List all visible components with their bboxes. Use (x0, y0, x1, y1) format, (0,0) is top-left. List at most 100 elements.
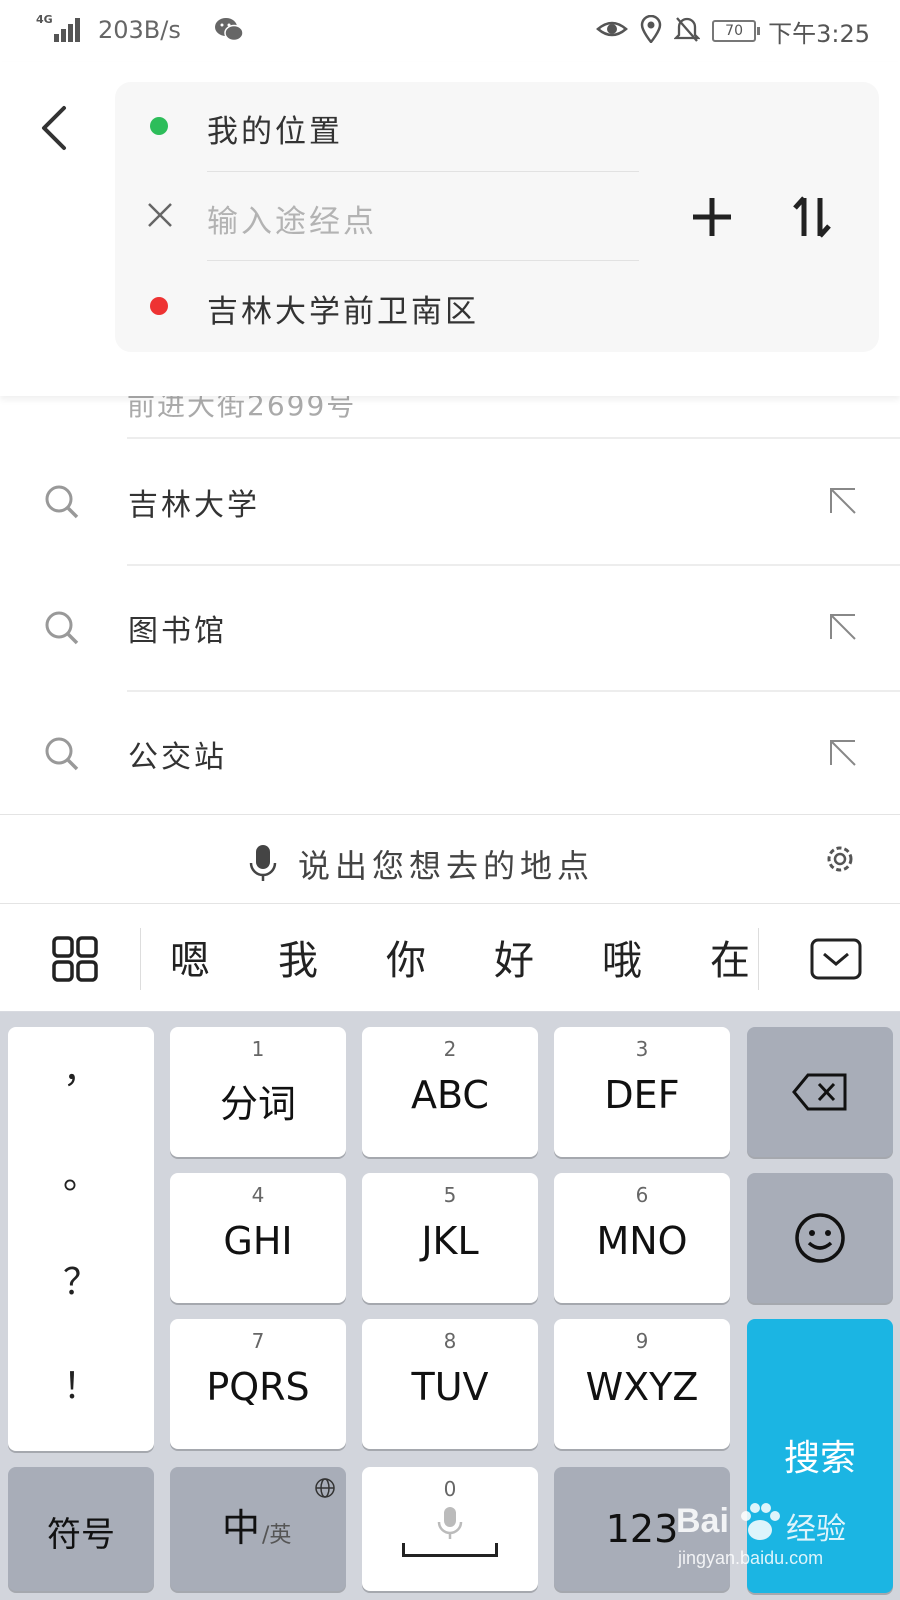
candidate-word[interactable]: 在 (710, 928, 750, 986)
punctuation-column[interactable]: ， 。 ？ ！ (8, 1027, 154, 1451)
search-icon (44, 484, 80, 524)
watermark-url: jingyan.baidu.com (678, 1548, 824, 1568)
space-bar-icon (402, 1543, 498, 1557)
list-item[interactable]: 吉林大学 (0, 440, 900, 566)
key-number: 8 (443, 1329, 457, 1353)
status-bar: 4G 203B/s 70 下午3:25 (0, 0, 900, 62)
smiley-icon (795, 1213, 845, 1263)
key-label: 中 (222, 1506, 261, 1550)
chevron-left-icon (42, 106, 66, 150)
language-switch-key[interactable]: 中 /英 (170, 1467, 346, 1591)
divider (207, 260, 639, 261)
list-item-label: 图书馆 (128, 614, 227, 649)
candidate-word[interactable]: 你 (386, 928, 426, 986)
eye-icon (596, 17, 629, 45)
list-item-label: 公交站 (128, 740, 227, 775)
signal-icon: 4G (36, 13, 80, 44)
network-speed: 203B/s (98, 16, 181, 44)
key-3[interactable]: 3 DEF (554, 1027, 730, 1157)
candidate-word[interactable]: 嗯 (170, 928, 210, 986)
route-card: 我的位置 输入途经点 吉林大学前卫南区 (115, 82, 879, 352)
key-label: GHI (223, 1219, 293, 1263)
key-label: WXYZ (585, 1365, 699, 1409)
back-button[interactable] (36, 98, 76, 158)
punct-key[interactable]: ？ (8, 1253, 154, 1305)
candidate-word[interactable]: 我 (278, 928, 318, 986)
location-icon (640, 14, 662, 47)
key-2[interactable]: 2 ABC (362, 1027, 538, 1157)
key-number: 4 (251, 1183, 265, 1207)
waypoint-placeholder: 输入途经点 (207, 204, 377, 240)
punct-key[interactable]: 。 (8, 1147, 154, 1199)
destination-field[interactable]: 吉林大学前卫南区 (115, 262, 655, 352)
key-7[interactable]: 7 PQRS (170, 1319, 346, 1449)
key-1[interactable]: 1 分词 (170, 1027, 346, 1157)
search-icon (44, 736, 80, 776)
close-icon[interactable] (145, 200, 175, 230)
key-5[interactable]: 5 JKL (362, 1173, 538, 1303)
divider (758, 928, 759, 990)
add-waypoint-button[interactable] (687, 192, 737, 242)
key-number: 0 (443, 1477, 457, 1501)
mute-icon (673, 15, 701, 47)
origin-field[interactable]: 我的位置 (115, 82, 655, 172)
backspace-icon (792, 1073, 847, 1111)
search-key-label: 搜索 (783, 1438, 856, 1479)
suggestion-list: 前进大街2699号 吉林大学 图书馆 公交站 (0, 370, 900, 814)
key-number: 5 (443, 1183, 457, 1207)
globe-icon (314, 1477, 336, 1503)
swap-icon (793, 196, 831, 238)
list-item[interactable]: 图书馆 (0, 566, 900, 692)
emoji-button[interactable] (747, 1173, 893, 1303)
voice-prompt: 说出您想去的地点 (298, 847, 595, 885)
key-6[interactable]: 6 MNO (554, 1173, 730, 1303)
voice-input-bar[interactable]: 说出您想去的地点 (0, 814, 900, 904)
key-8[interactable]: 8 TUV (362, 1319, 538, 1449)
backspace-button[interactable] (747, 1027, 893, 1157)
microphone-icon[interactable] (248, 843, 278, 887)
candidate-word[interactable]: 哦 (602, 928, 642, 986)
origin-dot (150, 117, 168, 135)
fill-query-icon[interactable] (828, 612, 858, 646)
watermark-logo-cn: 经验 (786, 1512, 846, 1547)
key-label: TUV (411, 1365, 489, 1409)
candidate-word[interactable]: 好 (494, 928, 534, 986)
fill-query-icon[interactable] (828, 738, 858, 772)
grid-menu-icon[interactable] (52, 936, 98, 982)
key-label: ABC (411, 1073, 489, 1117)
key-sublabel: /英 (262, 1523, 292, 1548)
wechat-icon (214, 16, 244, 48)
list-item[interactable]: 公交站 (0, 692, 900, 814)
search-icon (44, 610, 80, 650)
battery-icon: 70 (712, 20, 761, 42)
swap-route-button[interactable] (787, 192, 837, 242)
key-4[interactable]: 4 GHI (170, 1173, 346, 1303)
key-label: MNO (596, 1219, 688, 1263)
waypoint-field[interactable]: 输入途经点 (115, 172, 655, 262)
punct-key[interactable]: ！ (8, 1357, 154, 1409)
key-label: 分词 (219, 1082, 296, 1126)
key-number: 9 (635, 1329, 649, 1353)
space-key[interactable]: 0 (362, 1467, 538, 1591)
key-number: 7 (251, 1329, 265, 1353)
list-item-label: 吉林大学 (128, 488, 260, 523)
key-9[interactable]: 9 WXYZ (554, 1319, 730, 1449)
key-label: PQRS (206, 1365, 310, 1409)
network-type: 4G (36, 13, 53, 26)
key-label: JKL (421, 1219, 479, 1263)
microphone-icon (436, 1505, 464, 1545)
paw-icon (741, 1503, 780, 1540)
watermark-logo: Bai (676, 1502, 729, 1540)
plus-icon (693, 198, 731, 236)
clock: 下午3:25 (768, 19, 870, 48)
destination-dot (150, 297, 168, 315)
gear-icon[interactable] (824, 843, 856, 879)
collapse-keyboard-icon[interactable] (810, 938, 862, 980)
origin-text: 我的位置 (207, 114, 343, 150)
punct-key[interactable]: ， (8, 1041, 154, 1093)
symbols-key[interactable]: 符号 (8, 1467, 154, 1591)
candidate-bar: 嗯 我 你 好 哦 在 (0, 904, 900, 1012)
route-header: 我的位置 输入途经点 吉林大学前卫南区 (0, 62, 900, 396)
key-label: DEF (604, 1073, 680, 1117)
fill-query-icon[interactable] (828, 486, 858, 520)
